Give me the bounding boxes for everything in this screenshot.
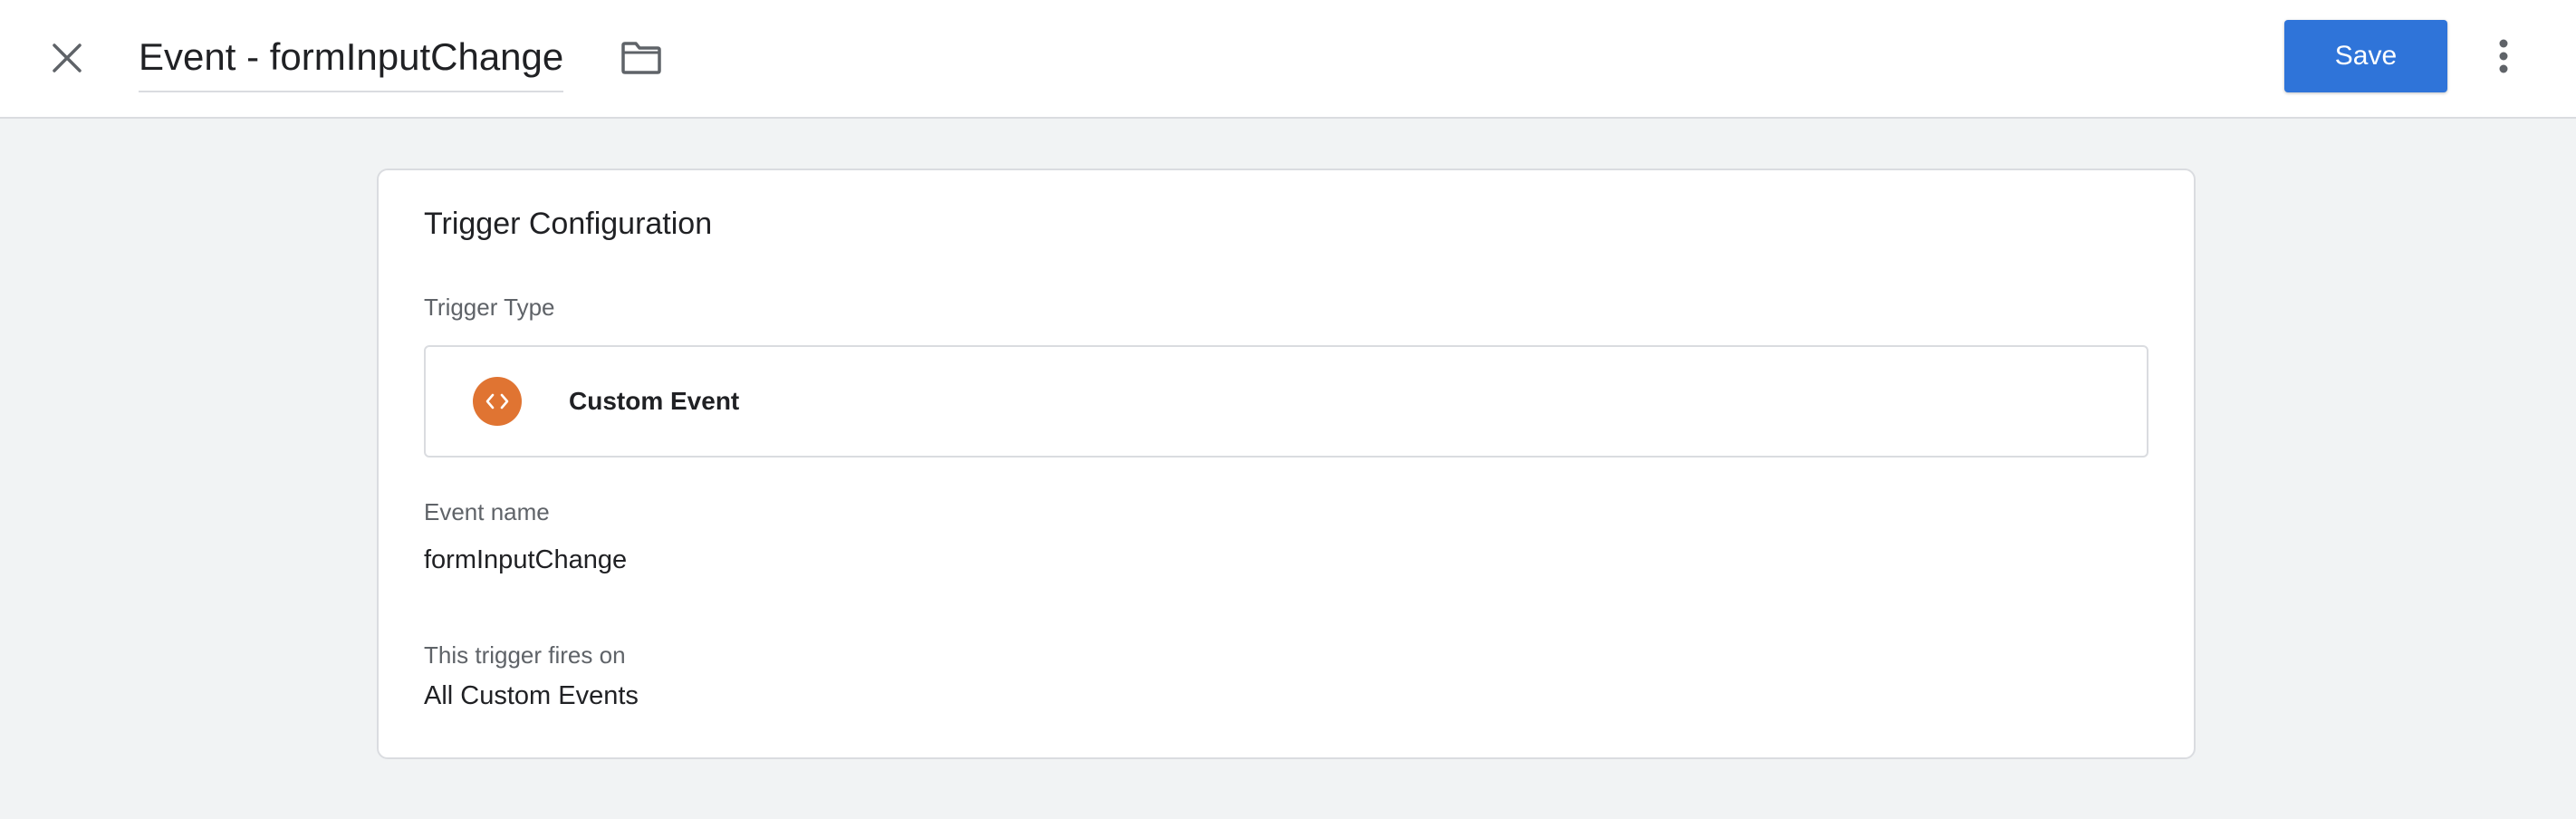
more-vert-icon: [2499, 39, 2508, 73]
trigger-name-text: Event - formInputChange: [139, 35, 564, 78]
trigger-name-field[interactable]: Event - formInputChange: [139, 27, 564, 92]
trigger-type-name: Custom Event: [569, 387, 740, 415]
more-options-button[interactable]: [2482, 27, 2525, 85]
close-icon: [53, 43, 82, 72]
save-button[interactable]: Save: [2284, 20, 2447, 92]
trigger-type-label: Trigger Type: [424, 294, 555, 321]
trigger-configuration-card[interactable]: Trigger Configuration Trigger Type Custo…: [377, 169, 2196, 759]
folder-button[interactable]: [616, 34, 667, 82]
editor-header: Event - formInputChange Save: [0, 0, 2576, 119]
save-button-label: Save: [2334, 41, 2398, 71]
card-title: Trigger Configuration: [424, 207, 713, 241]
event-name-value: formInputChange: [424, 545, 628, 574]
code-brackets-icon: [473, 377, 522, 426]
folder-icon: [621, 42, 661, 74]
fires-on-label: This trigger fires on: [424, 641, 626, 669]
event-name-label: Event name: [424, 498, 550, 525]
trigger-type-selector[interactable]: Custom Event: [424, 345, 2148, 458]
close-button[interactable]: [42, 33, 92, 83]
fires-on-value: All Custom Events: [424, 681, 639, 710]
